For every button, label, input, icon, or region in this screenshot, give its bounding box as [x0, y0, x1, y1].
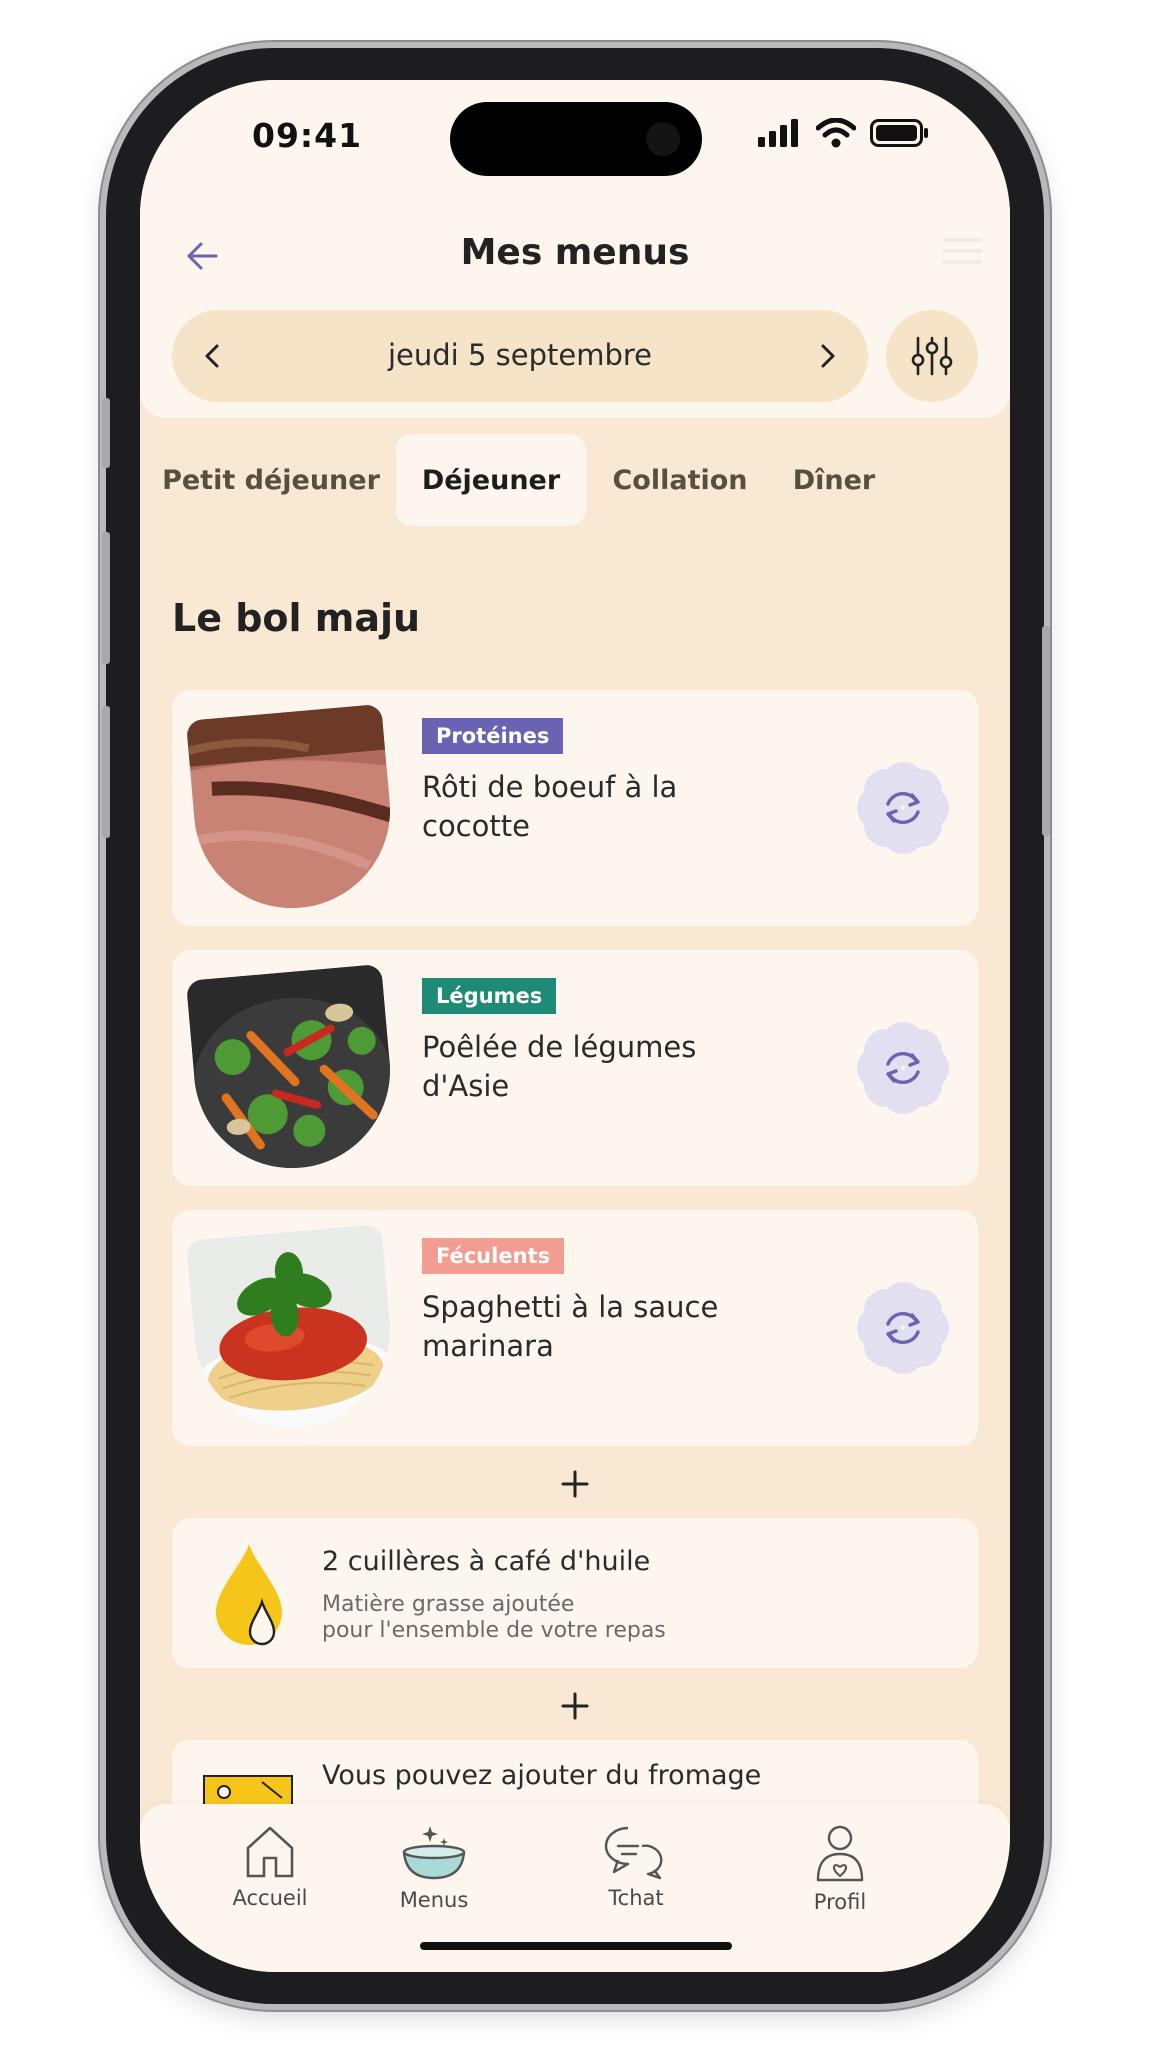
- current-date: jeudi 5 septembre: [388, 338, 652, 372]
- header-area: 09:41 Mes menus jeudi 5 septembre: [140, 80, 1010, 418]
- volume-up-button: [102, 532, 110, 664]
- oil-subtitle-line: pour l'ensemble de votre repas: [322, 1618, 666, 1643]
- tabbar-item-tchat[interactable]: Tchat: [566, 1824, 706, 1924]
- page-title: Mes menus: [460, 232, 690, 273]
- oil-drop-icon: [216, 1544, 282, 1646]
- swap-recipe-button[interactable]: [857, 1022, 949, 1114]
- spaghetti-marinara-photo: [185, 1223, 399, 1437]
- roast-beef-photo: [185, 703, 399, 917]
- recipe-title: Rôti de boeuf à la cocotte: [422, 770, 678, 843]
- tabbar-label: Tchat: [608, 1886, 664, 1910]
- add-item-button[interactable]: [545, 1464, 605, 1504]
- section-title: Le bol maju: [172, 596, 421, 640]
- plus-icon: [561, 1470, 589, 1498]
- swap-recipe-button[interactable]: [857, 762, 949, 854]
- category-badge: Féculents: [422, 1238, 565, 1274]
- camera-icon: [646, 122, 680, 156]
- menu-item-card[interactable]: Féculents Spaghetti à la sauce marinara: [172, 1210, 978, 1446]
- silent-switch: [102, 398, 110, 468]
- stir-fry-vegetables-photo: [185, 963, 399, 1177]
- tabbar-item-menus[interactable]: Menus: [364, 1824, 504, 1924]
- tab-diner[interactable]: Dîner: [774, 434, 894, 526]
- bowl-icon: [402, 1826, 466, 1880]
- status-time: 09:41: [252, 116, 363, 155]
- home-icon: [246, 1826, 294, 1878]
- chevron-right-icon: [821, 344, 835, 368]
- battery-icon: [870, 119, 928, 147]
- previous-day-button[interactable]: [172, 310, 252, 402]
- tabbar-label: Accueil: [232, 1886, 308, 1910]
- menu-item-card[interactable]: Légumes Poêlée de légumes d'Asie: [172, 950, 978, 1186]
- add-item-button[interactable]: [545, 1686, 605, 1726]
- next-day-button[interactable]: [788, 310, 868, 402]
- volume-down-button: [102, 706, 110, 838]
- profile-icon: [816, 1825, 864, 1882]
- filter-button[interactable]: [886, 310, 978, 402]
- tabbar-label: Menus: [399, 1888, 469, 1912]
- tabbar-label: Profil: [813, 1890, 867, 1914]
- chevron-left-icon: [205, 344, 219, 368]
- home-indicator[interactable]: [420, 1942, 732, 1950]
- cellular-signal-icon: [758, 119, 798, 147]
- oil-subtitle: Matière grasse ajoutée pour l'ensemble d…: [322, 1592, 822, 1644]
- cheese-title: Vous pouvez ajouter du fromage: [322, 1760, 762, 1791]
- refresh-icon: [857, 1282, 949, 1374]
- dynamic-island: [450, 102, 702, 176]
- tab-collation[interactable]: Collation: [598, 434, 762, 526]
- tabbar-item-profil[interactable]: Profil: [770, 1824, 910, 1924]
- category-badge: Protéines: [422, 718, 564, 754]
- plus-icon: [561, 1692, 589, 1720]
- tab-dejeuner[interactable]: Déjeuner: [396, 434, 586, 526]
- recipe-title: Poêlée de légumes d'Asie: [422, 1030, 697, 1103]
- status-icons: [758, 118, 930, 148]
- oil-title: 2 cuillères à café d'huile: [322, 1546, 651, 1577]
- recipe-title: Spaghetti à la sauce marinara: [422, 1290, 719, 1363]
- menu-item-card[interactable]: Protéines Rôti de boeuf à la cocotte: [172, 690, 978, 926]
- refresh-icon: [857, 762, 949, 854]
- chat-icon: [604, 1826, 663, 1880]
- sliders-icon: [911, 336, 953, 376]
- category-badge: Légumes: [422, 978, 557, 1014]
- app-screen: 09:41 Mes menus jeudi 5 septembre Petit …: [140, 80, 1010, 1972]
- tabbar-item-accueil[interactable]: Accueil: [200, 1824, 340, 1924]
- wifi-icon: [816, 118, 856, 148]
- meal-tabs: Petit déjeuner Déjeuner Collation Dîner: [140, 434, 1010, 526]
- swap-recipe-button[interactable]: [857, 1282, 949, 1374]
- refresh-icon: [857, 1022, 949, 1114]
- oil-subtitle-line: Matière grasse ajoutée: [322, 1592, 575, 1617]
- date-selector: jeudi 5 septembre: [172, 310, 868, 402]
- hamburger-menu-icon[interactable]: [942, 238, 982, 268]
- oil-card: 2 cuillères à café d'huile Matière grass…: [172, 1518, 978, 1668]
- power-button: [1042, 626, 1050, 836]
- tab-petit-dejeuner[interactable]: Petit déjeuner: [160, 434, 382, 526]
